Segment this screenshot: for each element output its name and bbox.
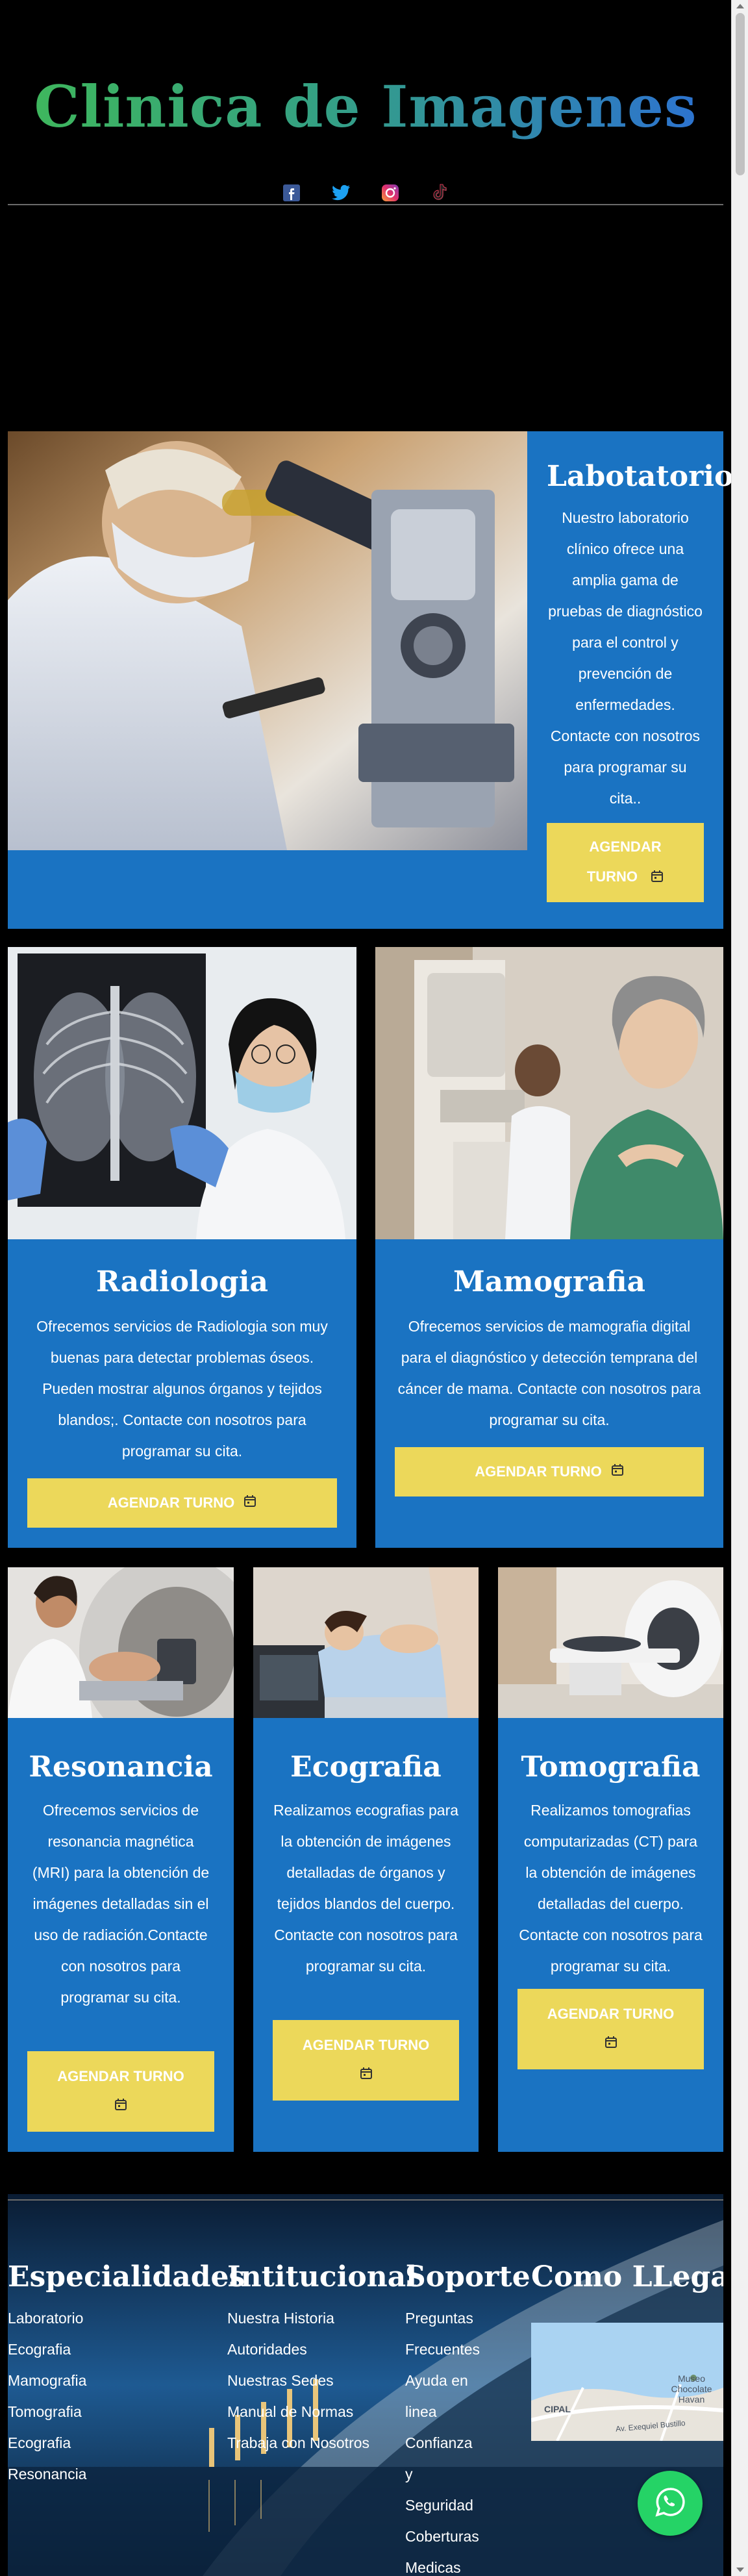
footer-link[interactable]: Confianza y Seguridad <box>405 2427 483 2521</box>
footer-col-soporte: Soporte Preguntas Frecuentes Ayuda en li… <box>405 2260 530 2576</box>
ecografia-image <box>253 1567 479 1718</box>
mamografia-card: Mamografia Ofrecemos servicios de mamogr… <box>375 947 723 1548</box>
tomografia-card: Tomografia Realizamos tomografias comput… <box>498 1567 723 2152</box>
agendar-button-label: AGENDAR TURNO <box>547 2006 675 2022</box>
footer-heading-soporte: Soporte <box>405 2260 530 2293</box>
footer-link[interactable]: Coberturas Medicas <box>405 2521 483 2576</box>
location-map[interactable]: Museo Chocolate Havan Av. Exequiel Busti… <box>531 2323 723 2441</box>
footer-link[interactable]: Ayuda en linea <box>405 2365 483 2427</box>
scrollbar-thumb[interactable] <box>736 13 745 175</box>
footer: Especialidades Laboratorio Ecografia Mam… <box>8 2194 723 2576</box>
scroll-up-arrow-icon[interactable] <box>736 4 744 8</box>
agendar-button-label: AGENDAR TURNO <box>57 2068 184 2084</box>
mamografia-title: Mamografia <box>453 1265 646 1298</box>
twitter-icon[interactable] <box>331 183 351 203</box>
instagram-icon[interactable] <box>380 183 400 203</box>
footer-heading-especialidades: Especialidades <box>8 2260 245 2293</box>
footer-link[interactable]: Manual de Normas <box>227 2396 417 2427</box>
ecografia-agendar-button[interactable]: AGENDAR TURNO <box>273 2020 459 2101</box>
footer-link[interactable]: Laboratorio <box>8 2303 245 2334</box>
radiologia-agendar-button[interactable]: AGENDAR TURNO <box>27 1478 337 1528</box>
footer-link[interactable]: Mamografia <box>8 2365 245 2396</box>
tomografia-text: Realizamos tomografias computarizadas (C… <box>519 1802 703 1975</box>
social-links <box>8 183 723 203</box>
footer-col-como-llegar: Como LLegar <box>531 2260 723 2303</box>
footer-divider <box>8 2199 723 2201</box>
map-label-museo: Museo Chocolate Havan <box>671 2373 712 2405</box>
tiktok-icon[interactable] <box>430 183 449 203</box>
page-scrollbar[interactable] <box>731 0 748 2576</box>
laboratorio-agendar-button[interactable]: AGENDAR TURNO <box>547 823 704 902</box>
radiologia-image <box>8 947 356 1239</box>
footer-link[interactable]: Preguntas Frecuentes <box>405 2303 483 2365</box>
footer-col-especialidades: Especialidades Laboratorio Ecografia Mam… <box>8 2260 245 2490</box>
tomografia-image <box>498 1567 723 1718</box>
resonancia-text: Ofrecemos servicios de resonancia magnét… <box>32 1802 210 2006</box>
footer-link[interactable]: Resonancia <box>8 2458 245 2490</box>
scroll-down-arrow-icon[interactable] <box>736 2568 744 2572</box>
footer-heading-institucional: Intitucional <box>227 2260 417 2293</box>
ecografia-title: Ecografia <box>290 1750 442 1784</box>
laboratorio-card: Labotatorio Nuestro laboratorio clínico … <box>8 431 734 929</box>
footer-col-institucional: Intitucional Nuestra Historia Autoridade… <box>227 2260 417 2458</box>
laboratorio-text: Nuestro laboratorio clínico ofrece una a… <box>548 509 703 807</box>
whatsapp-icon <box>654 2486 686 2521</box>
radiologia-card: Radiologia Ofrecemos servicios de Radiol… <box>8 947 356 1548</box>
calendar-icon <box>605 2029 617 2059</box>
radiologia-text: Ofrecemos servicios de Radiologia son mu… <box>36 1318 328 1459</box>
laboratorio-title: Labotatorio <box>547 460 734 493</box>
resonancia-card: Resonancia Ofrecemos servicios de resona… <box>8 1567 234 2152</box>
agendar-button-label: AGENDAR TURNO <box>475 1463 602 1480</box>
resonancia-title: Resonancia <box>29 1750 213 1784</box>
footer-link[interactable]: Trabaja con Nosotros <box>227 2427 417 2458</box>
tomografia-agendar-button[interactable]: AGENDAR TURNO <box>517 1989 704 2069</box>
calendar-icon <box>611 1457 624 1487</box>
ecografia-card: Ecografia Realizamos ecografias para la … <box>253 1567 479 2152</box>
laboratorio-image <box>8 431 527 850</box>
footer-link[interactable]: Nuestra Historia <box>227 2303 417 2334</box>
radiologia-title: Radiologia <box>96 1265 268 1298</box>
footer-link[interactable]: Nuestras Sedes <box>227 2365 417 2396</box>
footer-link[interactable]: Ecografia <box>8 2427 245 2458</box>
whatsapp-button[interactable] <box>638 2471 703 2536</box>
map-label-cipal: CIPAL <box>544 2404 571 2414</box>
footer-heading-como-llegar: Como LLegar <box>531 2260 723 2293</box>
calendar-icon <box>360 2060 373 2090</box>
resonancia-image <box>8 1567 234 1718</box>
mamografia-text: Ofrecemos servicios de mamografia digita… <box>397 1318 701 1428</box>
resonancia-agendar-button[interactable]: AGENDAR TURNO <box>27 2051 214 2132</box>
footer-link[interactable]: Tomografia <box>8 2396 245 2427</box>
calendar-icon <box>114 2091 127 2121</box>
tomografia-title: Tomografia <box>521 1750 701 1784</box>
site-title: Clinica de Imagenes <box>8 73 723 140</box>
calendar-icon <box>243 1488 256 1518</box>
mamografia-agendar-button[interactable]: AGENDAR TURNO <box>395 1447 704 1496</box>
footer-link[interactable]: Autoridades <box>227 2334 417 2365</box>
footer-link[interactable]: Ecografia <box>8 2334 245 2365</box>
header-divider <box>8 204 723 205</box>
agendar-button-label: AGENDAR TURNO <box>302 2037 430 2053</box>
ecografia-text: Realizamos ecografias para la obtención … <box>273 1802 459 1975</box>
facebook-icon[interactable] <box>282 183 301 203</box>
mamografia-image <box>375 947 723 1239</box>
agendar-button-label: AGENDAR TURNO <box>107 1495 235 1511</box>
calendar-icon <box>651 863 664 893</box>
